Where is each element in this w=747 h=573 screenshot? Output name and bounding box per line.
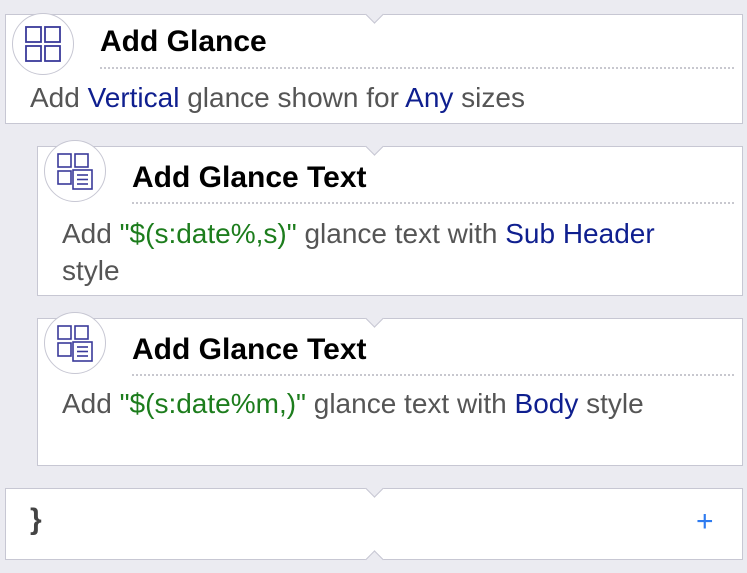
glance-text-icon — [44, 312, 106, 374]
connector-notch — [365, 5, 384, 24]
description-text: glance shown for — [179, 82, 406, 113]
separator — [100, 67, 734, 69]
action-title: Add Glance Text — [132, 161, 367, 194]
variable-token[interactable]: Body — [515, 388, 579, 419]
variable-token[interactable]: Vertical — [88, 82, 180, 113]
string-token[interactable]: "$(s:date%,s)" — [120, 218, 297, 249]
action-title: Add Glance Text — [132, 333, 367, 366]
action-title: Add Glance — [100, 25, 267, 58]
action-add-glance-text[interactable]: Add Glance Text Add "$(s:date%,s)" glanc… — [37, 137, 743, 296]
add-action-button[interactable]: + — [696, 505, 714, 539]
connector-notch — [365, 479, 384, 498]
separator — [132, 374, 734, 376]
end-block[interactable]: } + — [5, 479, 743, 569]
description-text: Add — [62, 218, 120, 249]
string-token[interactable]: "$(s:date%m,)" — [120, 388, 306, 419]
separator — [132, 202, 734, 204]
connector-notch — [365, 550, 384, 569]
variable-token[interactable]: Any — [405, 82, 453, 113]
glance-grid-icon — [12, 13, 74, 75]
action-description: Add "$(s:date%,s)" glance text with Sub … — [62, 215, 702, 289]
description-text: style — [62, 255, 120, 286]
description-text: Add — [30, 82, 88, 113]
action-add-glance[interactable]: Add Glance Add Vertical glance shown for… — [5, 5, 743, 124]
action-description: Add "$(s:date%m,)" glance text with Body… — [62, 385, 702, 422]
description-text: sizes — [453, 82, 525, 113]
closing-brace: } — [30, 503, 42, 536]
description-text: glance text with — [296, 218, 506, 249]
connector-notch — [365, 137, 384, 156]
description-text: Add — [62, 388, 120, 419]
description-text: glance text with — [305, 388, 515, 419]
action-add-glance-text[interactable]: Add Glance Text Add "$(s:date%m,)" glanc… — [37, 309, 743, 466]
glance-text-icon — [44, 140, 106, 202]
action-description: Add Vertical glance shown for Any sizes — [30, 79, 730, 116]
connector-notch — [365, 309, 384, 328]
description-text: style — [578, 388, 644, 419]
variable-token[interactable]: Sub Header — [505, 218, 654, 249]
